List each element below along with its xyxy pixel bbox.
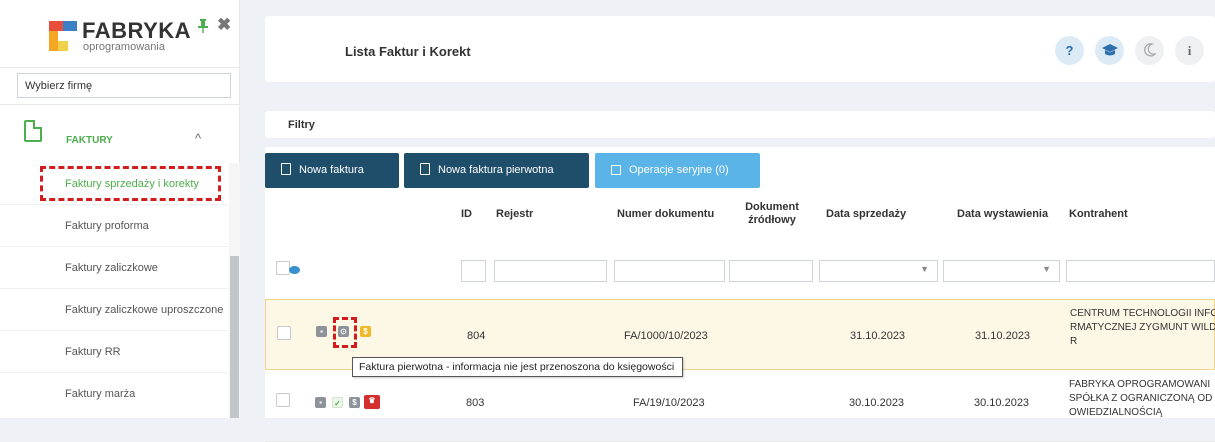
cell-contractor-line2: RMATYCZNEJ ZYGMUNT WILD [1070, 322, 1215, 333]
filter-contractor-input[interactable] [1066, 260, 1215, 282]
cell-id: 804 [467, 330, 486, 342]
menu-item-faktury-marza[interactable]: Faktury marża [0, 373, 228, 415]
filter-doc-number-input[interactable] [614, 260, 725, 282]
cell-contractor-line3: OWIEDZIALNOŚCIĄ [1069, 407, 1163, 418]
edit-icon [611, 165, 621, 175]
column-header-doc-number[interactable]: Numer dokumentu [617, 208, 714, 221]
cell-id: 803 [466, 397, 485, 409]
row-checkbox[interactable] [276, 393, 290, 407]
cell-doc-number: FA/1000/10/2023 [624, 330, 708, 342]
select-all-checkbox[interactable] [276, 261, 290, 275]
info-icon: i [1187, 43, 1192, 58]
cell-sale-date: 30.10.2023 [849, 397, 905, 409]
column-header-source-doc[interactable]: Dokument źródłowy [737, 201, 807, 227]
dollar-icon[interactable]: $ [349, 397, 360, 408]
page-title: Lista Faktur i Korekt [345, 44, 471, 59]
chevron-up-icon[interactable]: ^ [195, 131, 201, 146]
logo-subtitle: oprogramowania [83, 41, 165, 53]
filters-label: Filtry [288, 119, 315, 131]
cell-contractor-line1: FABRYKA OPROGRAMOWANI [1069, 379, 1211, 390]
menu-item-label: Faktury zaliczkowe [65, 262, 158, 274]
filter-issue-date-select[interactable]: ▼ [943, 260, 1060, 282]
eagle-icon[interactable]: ♛ [364, 395, 380, 409]
menu-section-label: FAKTURY [66, 135, 113, 146]
question-icon: ? [1065, 43, 1074, 58]
new-original-invoice-button[interactable]: Nowa faktura pierwotna [404, 153, 589, 188]
filter-sale-date-select[interactable]: ▼ [819, 260, 938, 282]
eye-icon[interactable] [289, 266, 300, 274]
cell-contractor-line1: CENTRUM TECHNOLOGII INFO [1070, 308, 1215, 319]
invoice-list-panel: Nowa faktura Nowa faktura pierwotna Oper… [265, 147, 1215, 442]
new-invoice-button[interactable]: Nowa faktura [265, 153, 399, 188]
menu-item-label: Faktury proforma [65, 220, 149, 232]
logo-icon [49, 21, 77, 51]
document-icon [420, 163, 430, 175]
logo-area: FABRYKA oprogramowania ✖ [0, 0, 240, 68]
filter-register-input[interactable] [494, 260, 607, 282]
menu-item-label: Faktury zaliczkowe uproszczone [65, 304, 224, 316]
column-header-register[interactable]: Rejestr [496, 208, 533, 221]
chevron-down-icon: ▼ [1042, 264, 1051, 274]
moon-icon [1143, 43, 1157, 57]
column-header-id[interactable]: ID [461, 208, 472, 221]
pin-icon[interactable] [197, 19, 209, 36]
cell-sale-date: 31.10.2023 [850, 330, 906, 342]
cell-issue-date: 31.10.2023 [975, 330, 1031, 342]
header-bar: Lista Faktur i Korekt ? i [265, 16, 1215, 82]
tooltip: Faktura pierwotna - informacja nie jest … [352, 357, 683, 377]
menu-item-faktury-proforma[interactable]: Faktury proforma [0, 205, 228, 247]
document-icon [281, 163, 291, 175]
button-label: Nowa faktura [299, 164, 364, 176]
menu-item-faktury-zaliczkowe[interactable]: Faktury zaliczkowe [0, 247, 228, 289]
filter-source-doc-input[interactable] [729, 260, 813, 282]
graduation-cap-icon [1101, 44, 1118, 56]
dollar-icon[interactable]: $ [360, 326, 371, 337]
dark-mode-button[interactable] [1135, 36, 1164, 65]
tutorial-button[interactable] [1095, 36, 1124, 65]
help-button[interactable]: ? [1055, 36, 1084, 65]
column-header-sale-date[interactable]: Data sprzedaży [826, 208, 906, 221]
chevron-down-icon: ▼ [920, 264, 929, 274]
scrollbar-thumb[interactable] [230, 256, 239, 418]
annotation-highlight [333, 317, 357, 348]
cell-contractor-line3: R [1070, 336, 1078, 347]
cell-issue-date: 30.10.2023 [974, 397, 1030, 409]
menu-item-label: Faktury RR [65, 346, 121, 358]
lock-icon[interactable]: ▪ [315, 397, 326, 408]
menu-item-faktury-rr[interactable]: Faktury RR [0, 331, 228, 373]
info-button[interactable]: i [1175, 36, 1204, 65]
row-checkbox[interactable] [277, 326, 291, 340]
batch-operations-button[interactable]: Operacje seryjne (0) [595, 153, 760, 188]
check-icon[interactable]: ✓ [332, 397, 343, 408]
menu-item-faktury-zaliczkowe-uproszczone[interactable]: Faktury zaliczkowe uproszczone [0, 289, 228, 331]
document-icon [24, 120, 42, 142]
button-label: Nowa faktura pierwotna [438, 164, 554, 176]
filter-id-input[interactable] [461, 260, 486, 282]
menu-section-faktury[interactable]: FAKTURY ^ [0, 105, 240, 163]
sidebar: FABRYKA oprogramowania ✖ Wybierz firmę F… [0, 0, 240, 418]
table-row[interactable]: ▪ ✓ $ ♛ 803 FA/19/10/2023 30.10.2023 30.… [265, 371, 1215, 442]
cell-doc-number: FA/19/10/2023 [633, 397, 705, 409]
annotation-highlight [40, 166, 221, 201]
column-header-issue-date[interactable]: Data wystawienia [957, 208, 1048, 221]
lock-icon[interactable]: ▪ [316, 326, 327, 337]
filters-panel[interactable]: Filtry [265, 111, 1215, 138]
close-icon[interactable]: ✖ [217, 15, 231, 35]
button-label: Operacje seryjne (0) [629, 164, 729, 176]
column-header-contractor[interactable]: Kontrahent [1069, 208, 1128, 221]
company-select[interactable]: Wybierz firmę [17, 73, 231, 98]
menu-item-label: Faktury marża [65, 388, 136, 400]
cell-contractor-line2: SPÓŁKA Z OGRANICZONĄ OD [1069, 393, 1213, 404]
